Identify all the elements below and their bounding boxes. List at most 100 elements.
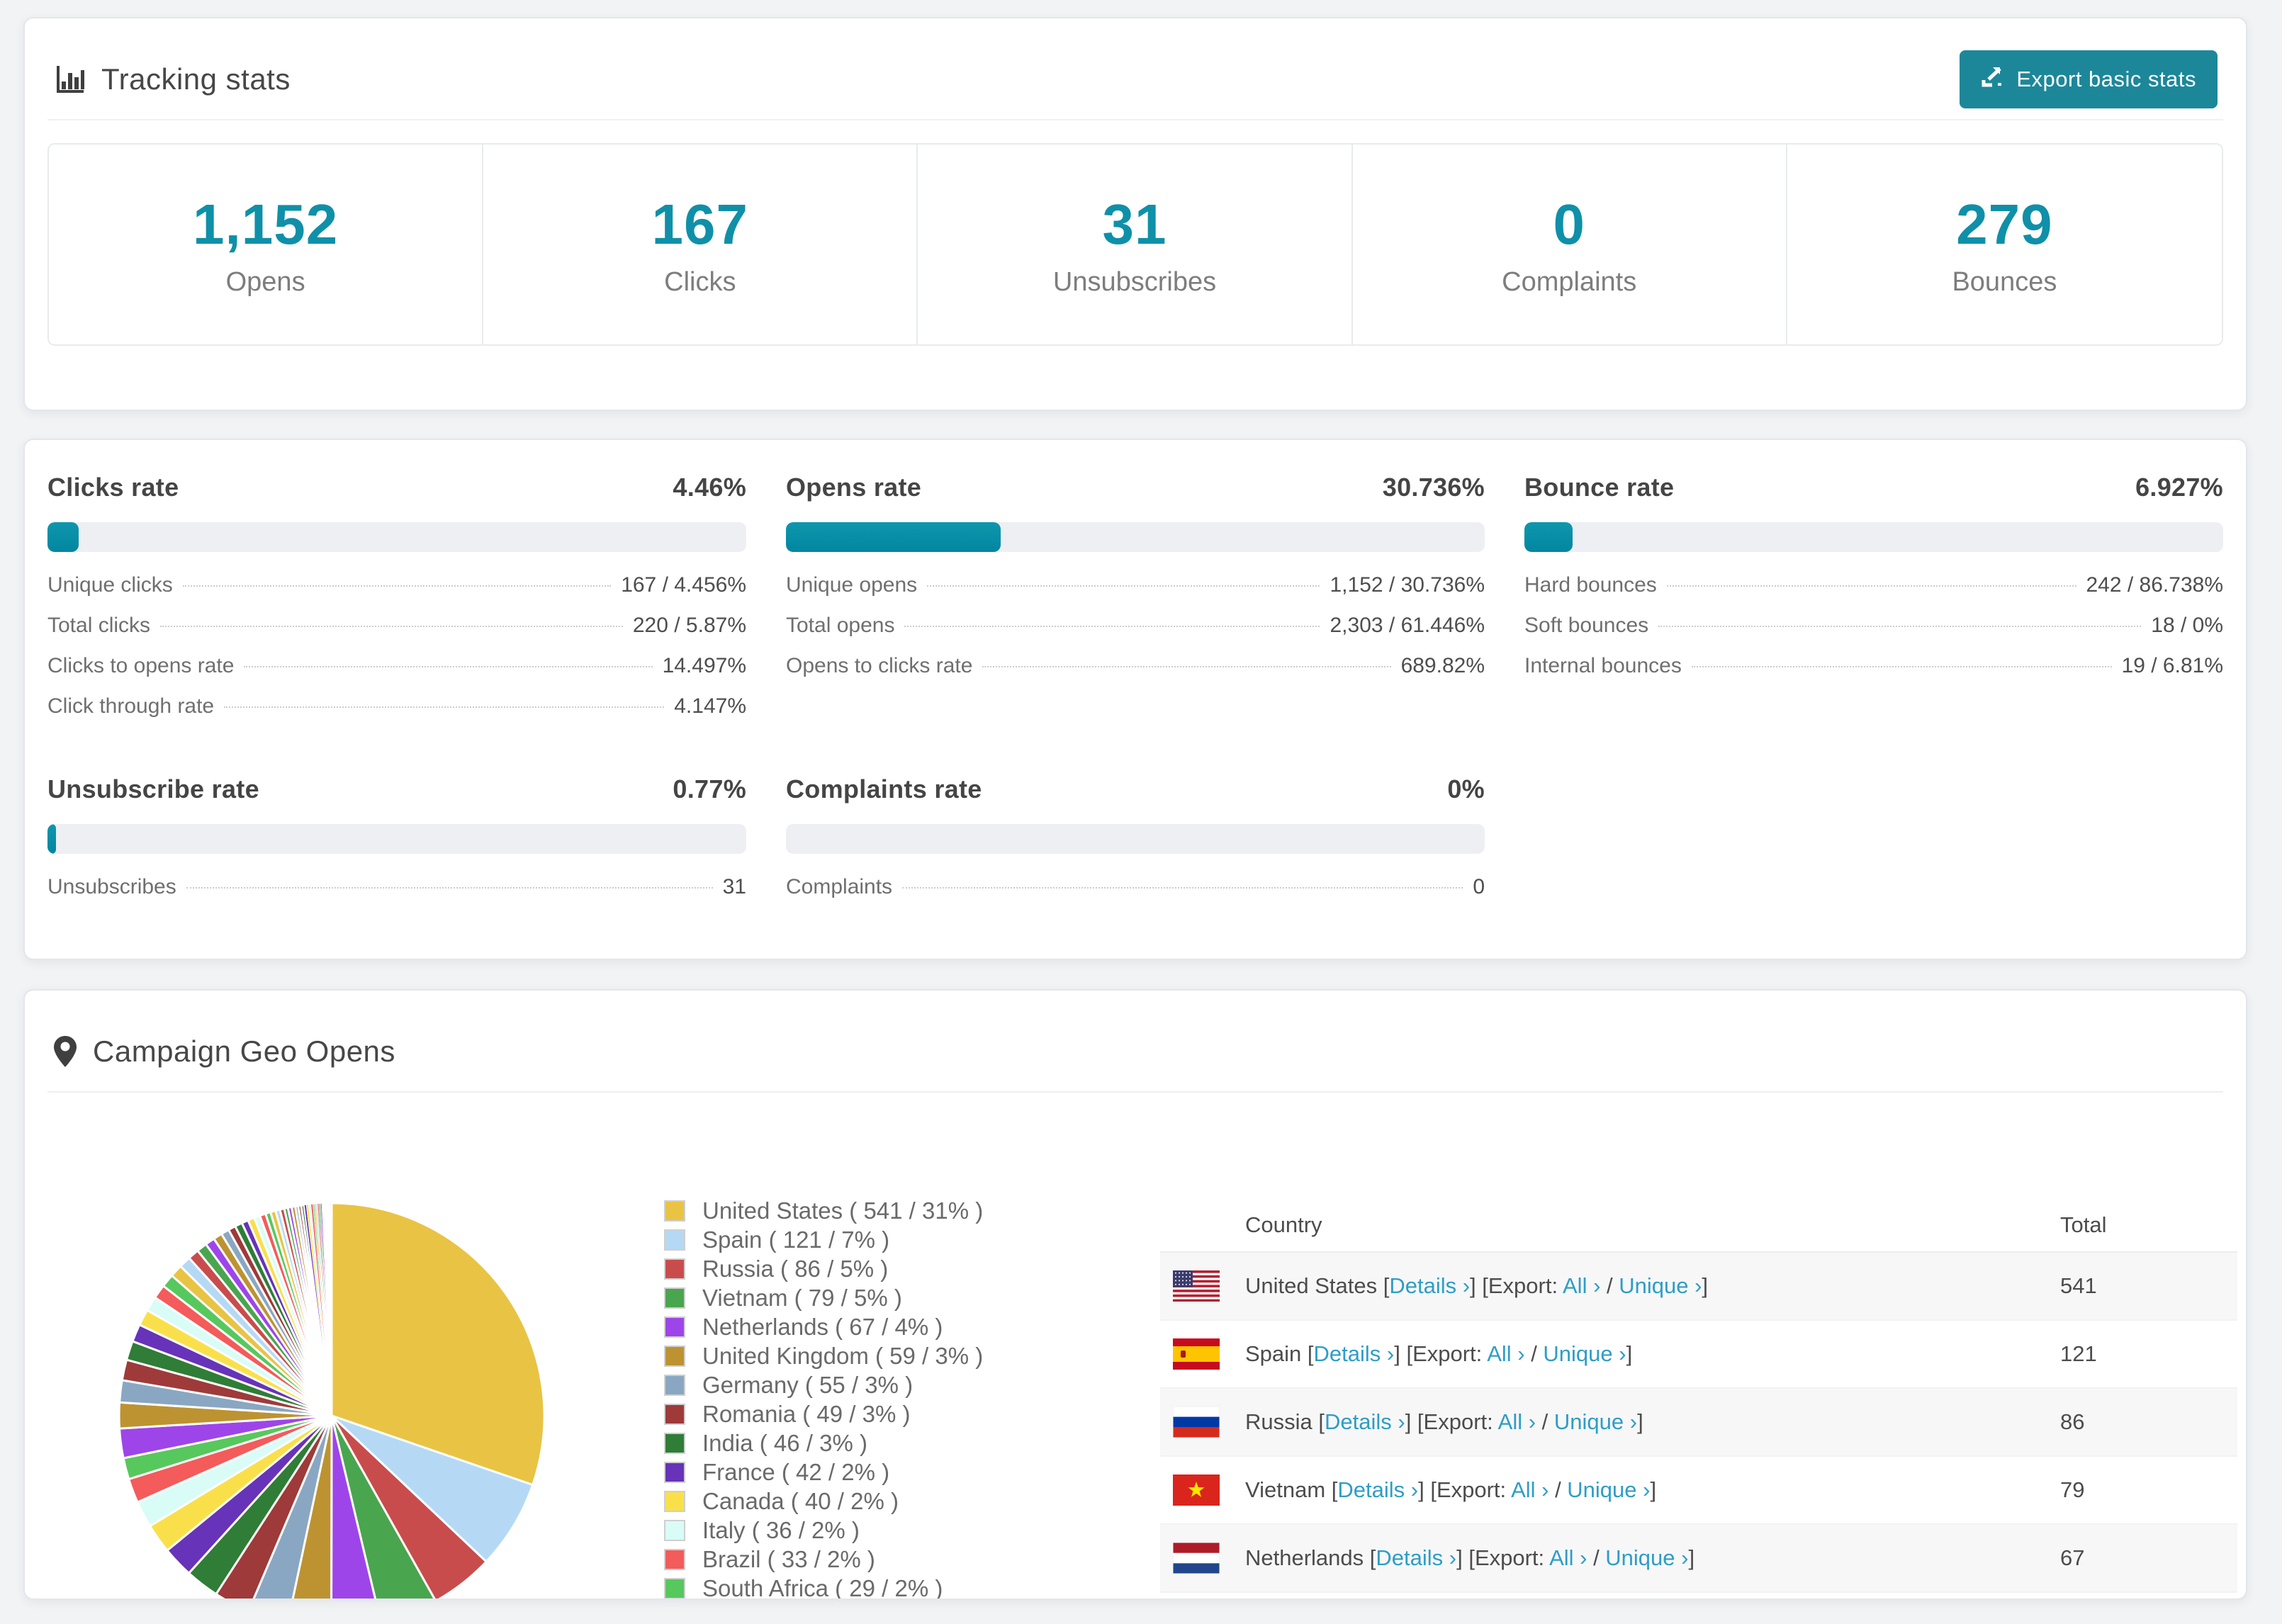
export-all-link[interactable]: All › bbox=[1549, 1545, 1587, 1570]
export-unique-link[interactable]: Unique › bbox=[1543, 1341, 1626, 1366]
stat-box-unsubscribes: 31 Unsubscribes bbox=[918, 145, 1353, 344]
progress-bar-fill bbox=[47, 824, 56, 854]
stat-value: 167 bbox=[651, 192, 749, 256]
tracking-stats-title: Tracking stats bbox=[53, 62, 291, 96]
legend-swatch bbox=[664, 1461, 685, 1483]
dotted-leader bbox=[244, 666, 653, 667]
rate-detail-value: 1,152 / 30.736% bbox=[1330, 573, 1485, 597]
geo-pie-legend: United States ( 541 / 31% ) Spain ( 121 /… bbox=[664, 1196, 983, 1600]
rates-card: Clicks rate 4.46% Unique clicks 167 / 4.456… bbox=[23, 439, 2247, 960]
stat-value: 1,152 bbox=[192, 192, 339, 256]
legend-item-united-kingdom[interactable]: United Kingdom ( 59 / 3% ) bbox=[664, 1341, 983, 1370]
details-link[interactable]: Details › bbox=[1325, 1409, 1405, 1434]
rate-detail-value: 2,303 / 61.446% bbox=[1330, 614, 1485, 637]
stat-box-opens: 1,152 Opens bbox=[49, 145, 484, 344]
export-all-link[interactable]: All › bbox=[1498, 1409, 1536, 1434]
stat-value: 0 bbox=[1553, 192, 1585, 256]
rate-detail-label: Soft bounces bbox=[1524, 614, 1649, 637]
legend-item-canada[interactable]: Canada ( 40 / 2% ) bbox=[664, 1487, 983, 1516]
country-name: Netherlands bbox=[1245, 1545, 1370, 1570]
legend-item-india[interactable]: India ( 46 / 3% ) bbox=[664, 1428, 983, 1457]
legend-swatch-color bbox=[665, 1375, 684, 1394]
vn-flag-icon bbox=[1173, 1474, 1220, 1506]
legend-swatch-color bbox=[665, 1492, 684, 1511]
rate-value: 0% bbox=[1447, 774, 1485, 803]
legend-swatch-color bbox=[665, 1433, 684, 1453]
nl-flag-icon bbox=[1173, 1543, 1220, 1574]
country-name: United States bbox=[1245, 1273, 1383, 1298]
rate-block-bounce-rate: Bounce rate 6.927% Hard bounces 242 / 86.73… bbox=[1524, 473, 2223, 735]
legend-item-germany[interactable]: Germany ( 55 / 3% ) bbox=[664, 1370, 983, 1399]
rate-title: Unsubscribe rate bbox=[47, 774, 259, 803]
rate-head: Opens rate 30.736% bbox=[786, 473, 1485, 504]
rate-title: Opens rate bbox=[786, 473, 922, 502]
legend-swatch bbox=[664, 1287, 685, 1309]
legend-label: Russia ( 86 / 5% ) bbox=[702, 1255, 889, 1282]
legend-item-romania[interactable]: Romania ( 49 / 3% ) bbox=[664, 1399, 983, 1428]
export-unique-link[interactable]: Unique › bbox=[1605, 1545, 1688, 1570]
geo-pie-chart[interactable] bbox=[115, 1199, 549, 1600]
country-cell: Spain [Details ›] [Export: All › / Uniqu… bbox=[1245, 1341, 1633, 1366]
dotted-leader bbox=[186, 887, 713, 889]
legend-item-south-africa[interactable]: South Africa ( 29 / 2% ) bbox=[664, 1574, 983, 1600]
legend-item-netherlands[interactable]: Netherlands ( 67 / 4% ) bbox=[664, 1312, 983, 1341]
geo-title: Campaign Geo Opens bbox=[93, 1034, 395, 1068]
legend-item-brazil[interactable]: Brazil ( 33 / 2% ) bbox=[664, 1545, 983, 1574]
legend-item-vietnam[interactable]: Vietnam ( 79 / 5% ) bbox=[664, 1283, 983, 1312]
export-unique-link[interactable]: Unique › bbox=[1554, 1409, 1637, 1434]
legend-item-spain[interactable]: Spain ( 121 / 7% ) bbox=[664, 1225, 983, 1254]
legend-item-italy[interactable]: Italy ( 36 / 2% ) bbox=[664, 1516, 983, 1545]
legend-label: South Africa ( 29 / 2% ) bbox=[702, 1574, 943, 1600]
legend-label: India ( 46 / 3% ) bbox=[702, 1429, 867, 1456]
rates-grid: Clicks rate 4.46% Unique clicks 167 / 4.456… bbox=[25, 440, 2246, 915]
export-basic-stats-button[interactable]: Export basic stats bbox=[1960, 50, 2218, 108]
legend-swatch-color bbox=[665, 1259, 684, 1278]
rate-rows: Complaints 0 bbox=[786, 875, 1485, 915]
stat-value: 31 bbox=[1102, 192, 1167, 256]
legend-swatch-color bbox=[665, 1346, 684, 1365]
bar-chart-icon bbox=[53, 63, 86, 96]
rate-detail-row: Internal bounces 19 / 6.81% bbox=[1524, 654, 2223, 694]
legend-label: United Kingdom ( 59 / 3% ) bbox=[702, 1342, 984, 1369]
legend-swatch bbox=[664, 1403, 685, 1425]
export-all-link[interactable]: All › bbox=[1563, 1273, 1600, 1298]
total-cell: 86 bbox=[2060, 1409, 2085, 1434]
legend-item-france[interactable]: France ( 42 / 2% ) bbox=[664, 1457, 983, 1487]
stat-box-bounces: 279 Bounces bbox=[1787, 145, 2222, 344]
legend-label: Brazil ( 33 / 2% ) bbox=[702, 1545, 875, 1572]
total-cell: 79 bbox=[2060, 1477, 2085, 1502]
rate-detail-value: 4.147% bbox=[674, 694, 746, 718]
legend-swatch bbox=[664, 1316, 685, 1338]
rate-detail-label: Clicks to opens rate bbox=[47, 654, 235, 677]
geo-title-wrap: Campaign Geo Opens bbox=[53, 1034, 395, 1068]
legend-swatch-color bbox=[665, 1201, 684, 1220]
rate-title: Complaints rate bbox=[786, 774, 982, 803]
geo-header: Campaign Geo Opens bbox=[53, 1015, 2218, 1088]
country-cell: United States [Details ›] [Export: All ›… bbox=[1245, 1273, 1709, 1298]
rate-detail-value: 31 bbox=[722, 875, 746, 898]
rate-block-opens-rate: Opens rate 30.736% Unique opens 1,152 / 30.… bbox=[786, 473, 1485, 735]
details-link[interactable]: Details › bbox=[1337, 1477, 1418, 1502]
export-unique-link[interactable]: Unique › bbox=[1567, 1477, 1650, 1502]
legend-item-united-states[interactable]: United States ( 541 / 31% ) bbox=[664, 1196, 983, 1225]
export-all-link[interactable]: All › bbox=[1487, 1341, 1524, 1366]
country-cell: Russia [Details ›] [Export: All › / Uniq… bbox=[1245, 1409, 1643, 1434]
ru-flag-icon bbox=[1173, 1406, 1220, 1438]
export-unique-link[interactable]: Unique › bbox=[1619, 1273, 1702, 1298]
legend-item-russia[interactable]: Russia ( 86 / 5% ) bbox=[664, 1254, 983, 1283]
rate-block-complaints-rate: Complaints rate 0% Complaints 0 bbox=[786, 774, 1485, 915]
progress-bar bbox=[1524, 522, 2223, 552]
dotted-leader bbox=[982, 666, 1391, 667]
details-link[interactable]: Details › bbox=[1314, 1341, 1395, 1366]
stat-label: Bounces bbox=[1952, 266, 2057, 297]
details-link[interactable]: Details › bbox=[1389, 1273, 1470, 1298]
progress-bar-fill bbox=[786, 522, 1001, 552]
dotted-leader bbox=[1691, 666, 2112, 667]
legend-swatch bbox=[664, 1258, 685, 1280]
legend-label: United States ( 541 / 31% ) bbox=[702, 1197, 984, 1224]
export-all-link[interactable]: All › bbox=[1511, 1477, 1548, 1502]
details-link[interactable]: Details › bbox=[1376, 1545, 1456, 1570]
rate-detail-label: Opens to clicks rate bbox=[786, 654, 973, 677]
legend-swatch-color bbox=[665, 1462, 684, 1482]
legend-swatch-color bbox=[665, 1550, 684, 1569]
